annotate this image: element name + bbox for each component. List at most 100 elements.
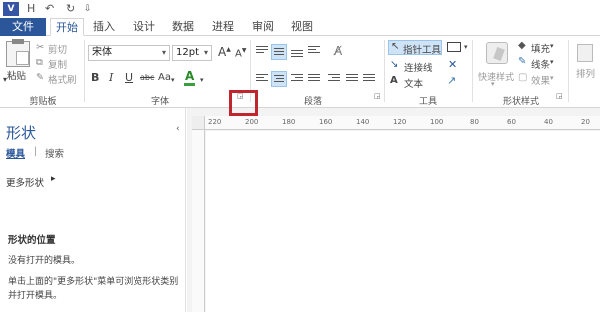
tab-insert[interactable]: 插入 [88, 18, 120, 36]
tab-process[interactable]: 进程 [207, 18, 239, 36]
tab-review[interactable]: 审阅 [247, 18, 279, 36]
indent-icon[interactable] [328, 74, 340, 83]
paste-button[interactable]: 粘贴 [7, 68, 26, 82]
justify-icon[interactable] [308, 74, 320, 83]
effects-button[interactable]: 效果 [531, 73, 550, 87]
shape-styles-group-label: 形状样式 [502, 97, 539, 107]
underline-button[interactable]: U [125, 71, 133, 84]
paste-icon[interactable] [6, 39, 30, 67]
connection-point-icon[interactable]: ↗ [447, 74, 456, 87]
customize-qat-icon[interactable]: ⇩ [84, 2, 92, 16]
italic-button[interactable]: I [109, 71, 113, 84]
paragraph-dialog-launcher-icon[interactable]: ◲ [374, 92, 381, 100]
highlight-annotation-box [229, 90, 258, 116]
align-center-icon[interactable] [271, 71, 287, 87]
drawing-page[interactable] [206, 131, 600, 312]
chevron-down-icon: ▾ [203, 48, 208, 57]
ruler-tick: 60 [507, 118, 516, 126]
align-bottom-icon[interactable] [291, 50, 303, 59]
tab-view[interactable]: 视图 [286, 18, 318, 36]
text-tool-button[interactable]: 文本 [404, 76, 423, 90]
tab-design[interactable]: 设计 [128, 18, 160, 36]
ruler-tick: 20 [581, 118, 590, 126]
tab-data[interactable]: 数据 [167, 18, 199, 36]
arrange-icon[interactable] [577, 44, 593, 62]
font-group-label: 字体 [150, 97, 169, 107]
shapes-panel: 形状 ‹ 模具 | 搜索 更多形状 ▸ 形状的位置 没有打开的模具。 单击上面的… [0, 108, 186, 312]
font-name-value: 宋体 [92, 47, 112, 58]
align-right-icon[interactable] [291, 74, 303, 83]
bold-button[interactable]: B [91, 71, 99, 84]
group-separator [84, 40, 85, 102]
shrink-font-icon[interactable]: A▼ [235, 47, 246, 59]
cut-button[interactable]: 剪切 [48, 42, 67, 56]
align-middle-icon[interactable] [271, 44, 287, 60]
chevron-down-icon[interactable]: ▾ [491, 80, 495, 88]
tab-home[interactable]: 开始 [50, 18, 84, 36]
chevron-down-icon[interactable]: ▾ [550, 42, 554, 50]
connector-button[interactable]: 连接线 [404, 60, 433, 74]
font-name-select[interactable]: 宋体 ▾ [88, 45, 170, 61]
bullets-icon[interactable] [346, 74, 358, 83]
tab-search[interactable]: 搜索 [45, 146, 64, 160]
collapse-panel-icon[interactable]: ‹ [176, 124, 180, 134]
pointer-tool-label: 指针工具 [403, 45, 442, 56]
pointer-tool-button[interactable]: ↖ 指针工具 [388, 40, 442, 56]
chevron-down-icon[interactable]: ▾ [550, 74, 554, 82]
quick-access-toolbar: V H ↶ ↻ ⇩ [0, 0, 600, 18]
tab-stencils[interactable]: 模具 [6, 146, 25, 160]
ruler-corner [192, 116, 205, 130]
strikethrough-button[interactable]: abc [140, 73, 154, 82]
ruler-tick: 120 [393, 118, 407, 126]
decrease-indent-icon[interactable] [308, 46, 320, 55]
font-size-select[interactable]: 12pt ▾ [172, 45, 212, 61]
chevron-down-icon[interactable]: ▾ [464, 43, 468, 51]
font-size-value: 12pt [176, 47, 199, 58]
chevron-right-icon[interactable]: ▸ [51, 174, 56, 184]
paste-dropdown-icon[interactable]: ▾ [3, 75, 7, 84]
quick-styles-button[interactable]: 快速样式 [478, 70, 514, 83]
format-painter-icon[interactable]: ✎ [36, 72, 44, 83]
undo-icon[interactable]: ↶ [45, 2, 54, 16]
chevron-down-icon[interactable]: ▾ [550, 58, 554, 66]
vertical-ruler[interactable] [192, 130, 205, 312]
tab-divider: | [34, 146, 38, 157]
horizontal-ruler[interactable]: 220 200 180 160 140 120 100 80 60 40 20 [205, 116, 600, 130]
save-icon[interactable]: H [27, 2, 35, 16]
tab-file[interactable]: 文件 [0, 18, 46, 36]
align-left-icon[interactable] [256, 74, 268, 83]
ruler-tick: 220 [208, 118, 222, 126]
arrange-button[interactable]: 排列 [576, 66, 595, 80]
align-top-icon[interactable] [256, 46, 268, 55]
text-direction-icon[interactable]: A̸ [334, 44, 342, 58]
format-painter-button[interactable]: 格式刷 [48, 72, 77, 86]
redo-icon[interactable]: ↻ [66, 2, 75, 16]
group-separator [568, 40, 569, 102]
quick-styles-icon[interactable] [486, 42, 508, 64]
chevron-down-icon[interactable]: ▾ [171, 76, 175, 84]
chevron-down-icon[interactable]: ▾ [200, 76, 204, 84]
text-tool-icon: A [390, 75, 398, 86]
pointer-icon: ↖ [391, 41, 400, 52]
copy-button[interactable]: 复制 [48, 57, 67, 71]
grow-font-icon[interactable]: A▲ [218, 45, 231, 59]
copy-icon[interactable]: ⧉ [36, 57, 43, 68]
font-color-icon[interactable]: A [185, 69, 194, 83]
visio-window: V H ↶ ↻ ⇩ 文件 开始 插入 设计 数据 进程 审阅 视图 粘贴 ▾ ✂… [0, 0, 600, 312]
rectangle-tool-icon[interactable] [447, 42, 461, 52]
close-icon[interactable]: ✕ [448, 58, 457, 71]
more-shapes-button[interactable]: 更多形状 [6, 175, 44, 189]
line-button[interactable]: 线条 [531, 57, 550, 71]
cut-icon[interactable]: ✂ [36, 42, 44, 53]
ruler-tick: 160 [319, 118, 333, 126]
shape-styles-dialog-launcher-icon[interactable]: ◲ [556, 92, 563, 100]
fill-button[interactable]: 填充 [531, 41, 550, 55]
change-case-button[interactable]: Aa [158, 72, 171, 83]
group-separator [384, 40, 385, 102]
group-separator [472, 40, 473, 102]
font-color-bar [184, 83, 195, 86]
ruler-tick: 140 [356, 118, 370, 126]
visio-logo-icon: V [3, 2, 19, 16]
numbering-icon[interactable] [363, 74, 375, 83]
hint-text-line2: 并打开模具。 [8, 291, 63, 301]
